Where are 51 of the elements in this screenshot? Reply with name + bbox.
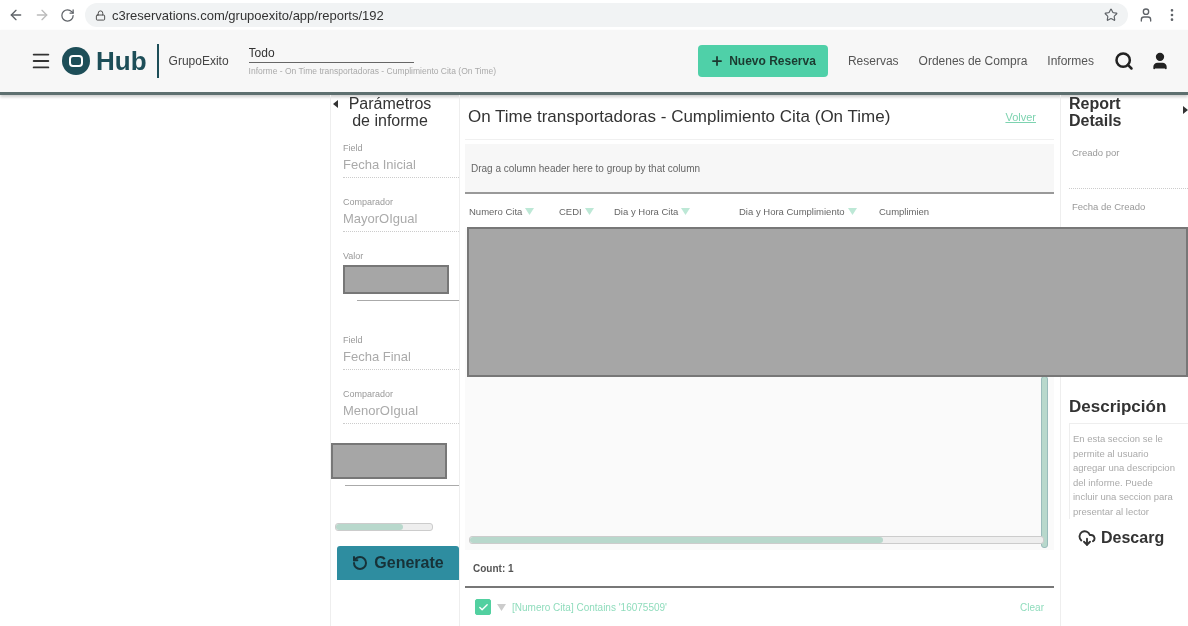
field-label: Valor bbox=[343, 251, 365, 261]
download-button[interactable]: Descarg bbox=[1101, 529, 1165, 547]
logo-icon bbox=[62, 47, 90, 75]
row-count: Count: 1 bbox=[465, 550, 1054, 588]
search-icon[interactable] bbox=[1114, 51, 1134, 71]
cloud-download-icon bbox=[1078, 529, 1096, 547]
vertical-scrollbar[interactable] bbox=[1041, 376, 1048, 548]
profile-icon[interactable] bbox=[1138, 7, 1154, 23]
nav-link[interactable]: Informes bbox=[1047, 54, 1094, 68]
collapse-left-icon[interactable] bbox=[333, 100, 338, 108]
column-header[interactable]: CEDI bbox=[559, 205, 582, 217]
reload-icon[interactable] bbox=[60, 7, 75, 23]
filter-checkbox[interactable] bbox=[475, 599, 491, 615]
field-label: Field bbox=[343, 335, 364, 345]
lock-icon bbox=[95, 9, 106, 21]
description-text: En esta seccion se le permite al usuario agregar una descripcion del informe. Puede incluir una seccion para presentar al lector bbox=[1069, 424, 1188, 519]
filter-icon bbox=[497, 603, 506, 611]
group-hint: Drag a column header here to group by that column bbox=[471, 162, 701, 174]
nav-link[interactable]: Reservas bbox=[847, 54, 899, 68]
column-header[interactable]: Dia y Hora Cita bbox=[614, 205, 679, 217]
field-label: Creado por bbox=[1072, 147, 1121, 158]
url-text: c3reservations.com/grupoexito/app/reports/192 bbox=[112, 7, 384, 23]
horizontal-scrollbar[interactable] bbox=[335, 523, 433, 531]
user-icon[interactable] bbox=[1150, 51, 1170, 71]
horizontal-scrollbar[interactable] bbox=[469, 536, 1044, 544]
org-name: GrupoExito bbox=[168, 54, 229, 68]
bookmark-star-icon[interactable] bbox=[1104, 8, 1118, 22]
address-bar[interactable]: c3reservations.com/grupoexito/app/reports/192 bbox=[85, 3, 1128, 27]
check-icon bbox=[477, 601, 489, 613]
refresh-icon bbox=[352, 555, 369, 571]
field-label: Fecha de Creado bbox=[1072, 201, 1147, 212]
column-header[interactable]: Numero Cita bbox=[469, 205, 523, 217]
field-label: Field bbox=[343, 143, 364, 153]
description-title: Descripción bbox=[1069, 397, 1188, 424]
generate-button[interactable]: Generate bbox=[337, 546, 459, 580]
logo-text: Hub bbox=[96, 45, 147, 77]
back-icon[interactable] bbox=[8, 7, 24, 23]
field-label: Comparador bbox=[343, 389, 395, 399]
details-title: Report Details bbox=[1069, 95, 1123, 131]
column-header[interactable]: Cumplimien bbox=[879, 205, 930, 217]
report-title: On Time transportadoras - Cumplimiento Cita (On Time) bbox=[468, 107, 891, 127]
nav-link[interactable]: Ordenes de Compra bbox=[918, 54, 1028, 68]
column-header[interactable]: Dia y Hora Cumplimiento bbox=[739, 205, 845, 217]
plus-icon bbox=[710, 54, 725, 68]
breadcrumb: Informe - On Time transportadoras - Cumplimiento Cita (On Time) bbox=[248, 66, 497, 76]
new-reservation-button[interactable]: Nuevo Reserva bbox=[698, 45, 828, 77]
filter-expression: [Numero Cita] Contains '16075509' bbox=[512, 601, 668, 613]
field-label: Comparador bbox=[343, 197, 395, 207]
search-field[interactable]: Todo bbox=[248, 46, 414, 63]
collapse-right-icon[interactable] bbox=[1183, 106, 1188, 114]
panel-title: Parámetros de informe bbox=[347, 95, 433, 129]
